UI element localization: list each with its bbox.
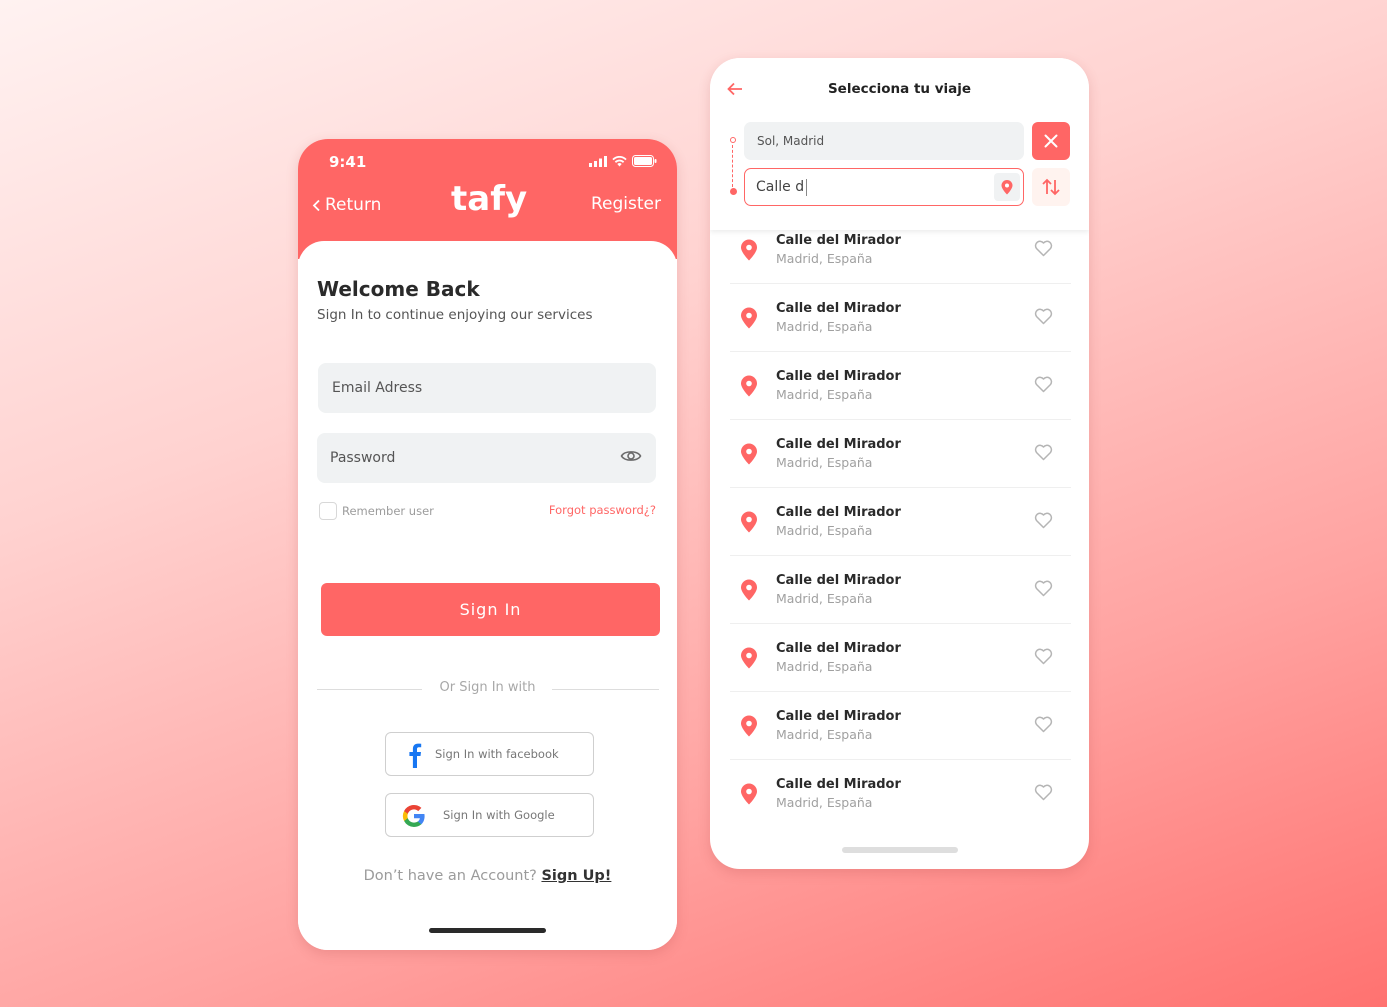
location-pin-icon <box>741 239 757 261</box>
location-pin-icon <box>741 647 757 669</box>
facebook-label: Sign In with facebook <box>435 747 559 761</box>
result-name: Calle del Mirador <box>776 233 901 248</box>
route-line <box>732 145 733 187</box>
home-indicator <box>429 928 546 933</box>
signal-icon <box>589 155 607 167</box>
destination-marker <box>730 188 737 195</box>
heart-icon[interactable] <box>1034 512 1053 529</box>
sign-in-button[interactable]: Sign In <box>321 583 660 636</box>
result-name: Calle del Mirador <box>776 505 901 520</box>
chevron-left-icon <box>312 199 320 211</box>
signup-prompt: Don’t have an Account? <box>363 868 537 884</box>
heart-icon[interactable] <box>1034 308 1053 325</box>
page-title: Selecciona tu viaje <box>827 81 972 97</box>
result-region: Madrid, España <box>776 455 873 470</box>
list-item[interactable]: Calle del Mirador Madrid, España <box>730 488 1071 556</box>
heart-icon[interactable] <box>1034 784 1053 801</box>
wifi-icon <box>612 155 627 166</box>
close-icon <box>1044 134 1058 148</box>
list-item[interactable]: Calle del Mirador Madrid, España <box>730 284 1071 352</box>
location-pin-icon <box>741 375 757 397</box>
google-icon <box>402 804 425 828</box>
return-button[interactable]: Return <box>312 195 381 215</box>
status-icons <box>589 155 657 167</box>
origin-input[interactable]: Sol, Madrid <box>744 122 1024 160</box>
result-region: Madrid, España <box>776 523 873 538</box>
location-pin-icon <box>741 715 757 737</box>
destination-input[interactable]: Calle d <box>744 168 1024 206</box>
location-pin-icon <box>1001 179 1013 194</box>
result-region: Madrid, España <box>776 659 873 674</box>
route-screen: Selecciona tu viaje Sol, Madrid Calle d … <box>710 58 1089 869</box>
heart-icon[interactable] <box>1034 240 1053 257</box>
location-button[interactable] <box>994 173 1020 201</box>
text-caret <box>806 178 808 196</box>
register-button[interactable]: Register <box>591 194 661 214</box>
swap-button[interactable] <box>1032 168 1070 206</box>
origin-value: Sol, Madrid <box>757 134 825 148</box>
destination-value: Calle d <box>756 179 805 195</box>
location-pin-icon <box>741 307 757 329</box>
facebook-icon <box>409 743 422 768</box>
location-pin-icon <box>741 443 757 465</box>
list-item[interactable]: Calle del Mirador Madrid, España <box>730 624 1071 692</box>
heart-icon[interactable] <box>1034 444 1053 461</box>
result-region: Madrid, España <box>776 591 873 606</box>
google-sign-in-button[interactable]: Sign In with Google <box>385 793 594 837</box>
result-region: Madrid, España <box>776 727 873 742</box>
heart-icon[interactable] <box>1034 580 1053 597</box>
location-pin-icon <box>741 579 757 601</box>
google-label: Sign In with Google <box>443 808 555 822</box>
result-region: Madrid, España <box>776 795 873 810</box>
result-name: Calle del Mirador <box>776 369 901 384</box>
return-label: Return <box>325 195 382 215</box>
route-header: Selecciona tu viaje Sol, Madrid Calle d <box>710 58 1089 230</box>
page-subtitle: Sign In to continue enjoying our service… <box>317 307 593 323</box>
login-screen: 9:41 Return tafy Register Welcome Back S… <box>298 139 677 950</box>
location-pin-icon <box>741 783 757 805</box>
list-item[interactable]: Calle del Mirador Madrid, España <box>730 420 1071 488</box>
heart-icon[interactable] <box>1034 376 1053 393</box>
home-indicator <box>842 847 958 853</box>
heart-icon[interactable] <box>1034 716 1053 733</box>
facebook-sign-in-button[interactable]: Sign In with facebook <box>385 732 594 776</box>
result-region: Madrid, España <box>776 251 873 266</box>
heart-icon[interactable] <box>1034 648 1053 665</box>
result-region: Madrid, España <box>776 319 873 334</box>
swap-arrows-icon <box>1042 178 1060 196</box>
origin-marker <box>730 137 736 143</box>
result-name: Calle del Mirador <box>776 573 901 588</box>
battery-icon <box>632 155 657 167</box>
result-name: Calle del Mirador <box>776 301 901 316</box>
or-sign-in-label: Or Sign In with <box>439 680 536 695</box>
brand-logo: tafy <box>451 179 528 219</box>
location-pin-icon <box>741 511 757 533</box>
result-name: Calle del Mirador <box>776 709 901 724</box>
result-name: Calle del Mirador <box>776 641 901 656</box>
status-time: 9:41 <box>329 153 367 171</box>
list-item[interactable]: Calle del Mirador Madrid, España <box>730 352 1071 420</box>
password-placeholder: Password <box>330 450 396 466</box>
list-item[interactable]: Calle del Mirador Madrid, España <box>730 692 1071 760</box>
list-item[interactable]: Calle del Mirador Madrid, España <box>730 556 1071 624</box>
result-name: Calle del Mirador <box>776 437 901 452</box>
clear-button[interactable] <box>1032 122 1070 160</box>
remember-checkbox[interactable] <box>319 502 337 520</box>
forgot-password-link[interactable]: Forgot password¿? <box>549 503 656 517</box>
email-placeholder: Email Adress <box>332 380 423 396</box>
signup-row: Don’t have an Account? Sign Up! <box>298 868 677 884</box>
email-field[interactable]: Email Adress <box>318 363 656 413</box>
result-name: Calle del Mirador <box>776 777 901 792</box>
page-title: Welcome Back <box>317 277 480 301</box>
eye-icon[interactable] <box>620 448 642 464</box>
sign-up-link[interactable]: Sign Up! <box>541 868 611 884</box>
password-field[interactable]: Password <box>317 433 656 483</box>
remember-label: Remember user <box>342 504 434 518</box>
list-item[interactable]: Calle del Mirador Madrid, España <box>730 760 1071 828</box>
result-region: Madrid, España <box>776 387 873 402</box>
